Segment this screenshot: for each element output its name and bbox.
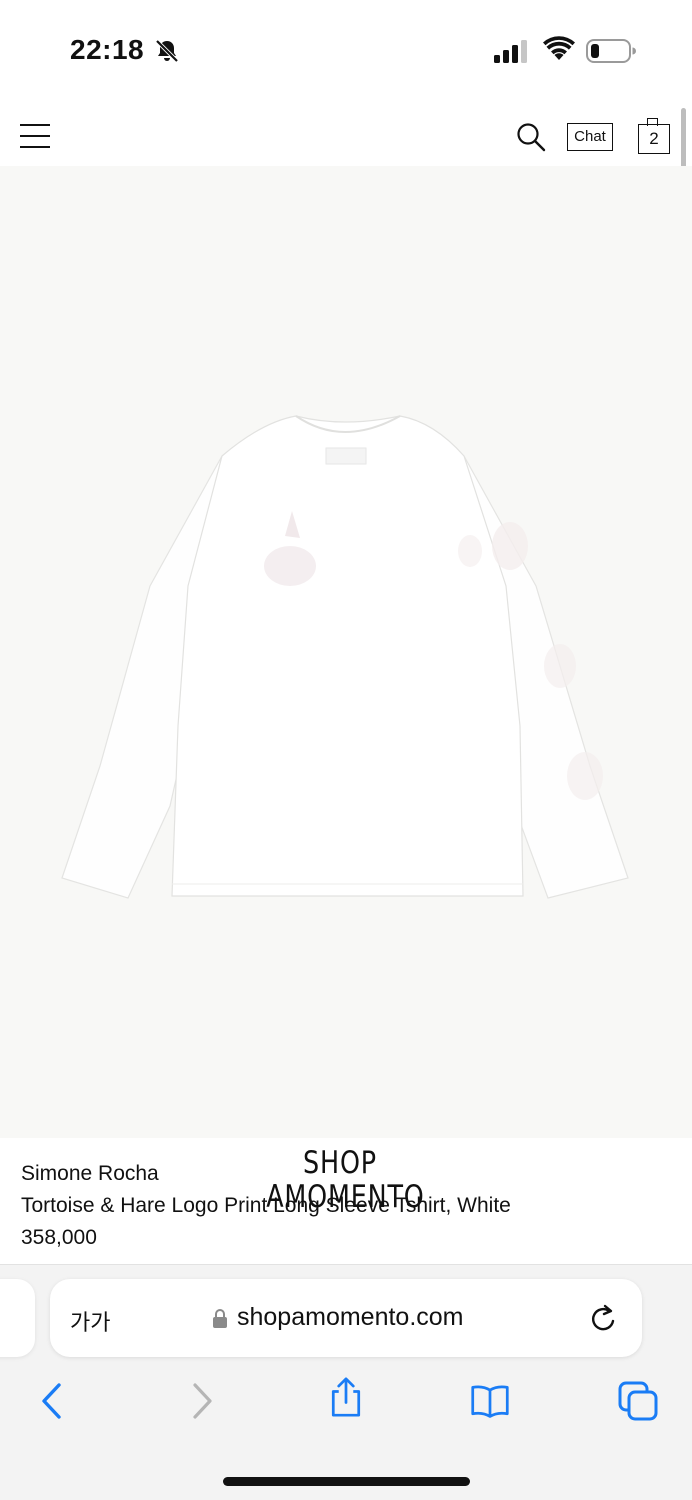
shop-logo[interactable]: SHOP AMOMENTO (266, 1145, 425, 1215)
cart-count: 2 (638, 124, 670, 154)
tshirt-back-image (61, 415, 629, 899)
back-icon[interactable] (32, 1381, 72, 1421)
product-info: Simone Rocha Tortoise & Hare Logo Print … (0, 1138, 692, 1264)
product-brand[interactable]: Simone Rocha (21, 1162, 159, 1186)
signal-icon (494, 40, 527, 63)
status-bar: 22:18 (0, 0, 692, 100)
shop-logo-line1: SHOP (303, 1145, 377, 1181)
text-size-button[interactable]: 가가 (70, 1305, 110, 1337)
address-bar[interactable]: 가가 shopamomento.com (50, 1279, 642, 1357)
search-icon[interactable] (516, 122, 546, 152)
previous-tab-preview[interactable] (0, 1279, 35, 1357)
lock-icon (213, 1309, 227, 1328)
share-icon[interactable] (326, 1377, 366, 1417)
product-image[interactable] (0, 166, 692, 1138)
wifi-icon (543, 36, 575, 60)
cart-button[interactable]: 2 (638, 118, 672, 154)
forward-icon[interactable] (182, 1381, 222, 1421)
home-indicator[interactable] (223, 1477, 470, 1486)
status-time: 22:18 (70, 34, 145, 65)
url-text[interactable]: shopamomento.com (237, 1303, 464, 1332)
menu-icon[interactable] (20, 122, 50, 150)
bell-slash-icon (155, 39, 179, 63)
site-header: Chat 2 (0, 100, 692, 166)
battery-icon (586, 39, 636, 63)
reload-icon[interactable] (588, 1303, 618, 1335)
product-price: 358,000 (21, 1226, 97, 1249)
bookmarks-icon[interactable] (470, 1381, 510, 1421)
browser-chrome: 가가 shopamomento.com (0, 1264, 692, 1500)
chat-button[interactable]: Chat (567, 123, 613, 151)
tabs-icon[interactable] (618, 1381, 658, 1421)
shop-logo-line2: AMOMENTO (266, 1179, 425, 1215)
